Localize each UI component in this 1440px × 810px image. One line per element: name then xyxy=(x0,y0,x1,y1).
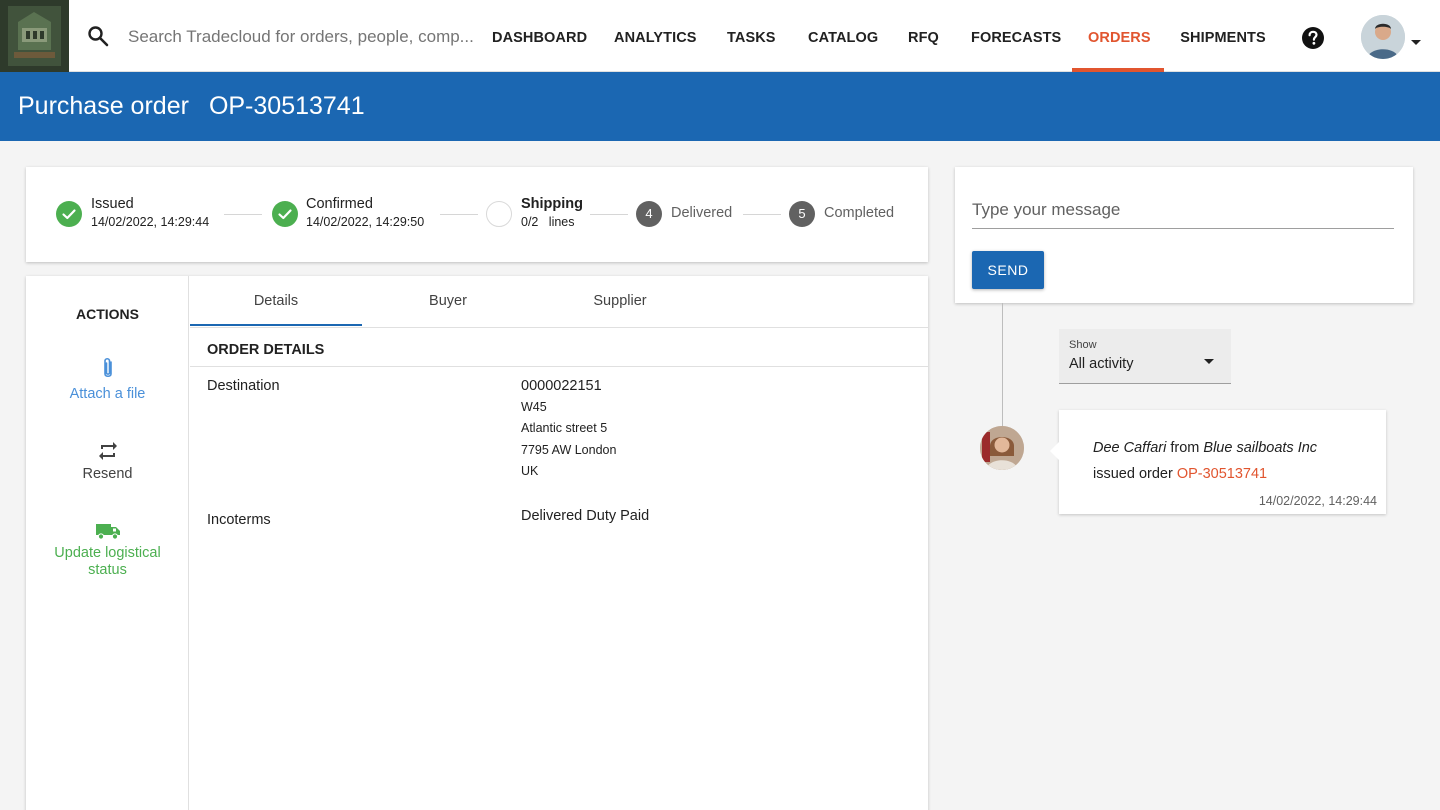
nav-tasks[interactable]: TASKS xyxy=(727,0,775,72)
activity-timestamp: 14/02/2022, 14:29:44 xyxy=(1258,494,1377,508)
attach-file-button[interactable]: Attach a file xyxy=(26,356,189,402)
incoterms-value: Delivered Duty Paid xyxy=(521,508,650,524)
tab-details[interactable]: Details xyxy=(190,276,362,328)
order-progress-card: Issued 14/02/2022, 14:29:44 Confirmed 14… xyxy=(26,167,928,262)
message-card: SEND xyxy=(955,167,1413,303)
update-logistical-status-label: Update logistical status xyxy=(54,545,161,578)
top-bar: DASHBOARD ANALYTICS TASKS CATALOG RFQ FO… xyxy=(0,0,1440,72)
attach-file-label: Attach a file xyxy=(69,386,146,402)
resend-label: Resend xyxy=(82,466,133,482)
page-title-label: Purchase order xyxy=(18,92,189,120)
activity-avatar xyxy=(980,426,1024,470)
search-input[interactable] xyxy=(128,22,478,52)
address-line: W45 xyxy=(521,400,547,414)
nav-catalog[interactable]: CATALOG xyxy=(808,0,878,72)
nav-dashboard[interactable]: DASHBOARD xyxy=(492,0,587,72)
timeline-line xyxy=(1002,303,1003,428)
activity-filter-label: Show xyxy=(1069,339,1097,351)
help-icon[interactable] xyxy=(1301,26,1325,50)
step-number-icon: 5 xyxy=(789,201,815,227)
order-details-heading: ORDER DETAILS xyxy=(207,342,325,358)
step-shipping-lines: 0/2 lines xyxy=(521,215,575,229)
paperclip-icon xyxy=(26,356,189,382)
company-logo[interactable] xyxy=(0,0,69,72)
send-button[interactable]: SEND xyxy=(972,251,1044,289)
step-issued-title: Issued xyxy=(91,196,134,212)
activity-item: Dee Caffari from Blue sailboats Inc issu… xyxy=(1050,410,1386,514)
nav-rfq[interactable]: RFQ xyxy=(907,0,940,72)
activity-action: issued order xyxy=(1093,466,1173,482)
activity-person: Dee Caffari xyxy=(1093,440,1167,456)
activity-actor: Dee Caffari from Blue sailboats Inc xyxy=(1093,440,1317,456)
active-tab-indicator xyxy=(190,324,362,326)
address-line: UK xyxy=(521,464,539,478)
order-detail-card: ACTIONS Attach a file Resend Update logi… xyxy=(26,276,928,810)
truck-icon xyxy=(26,520,189,542)
destination-code: 0000022151 xyxy=(521,378,602,394)
address-line: 7795 AW London xyxy=(521,443,617,457)
resend-button[interactable]: Resend xyxy=(26,438,189,482)
activity-company: Blue sailboats Inc xyxy=(1203,440,1318,456)
search-icon[interactable] xyxy=(86,24,110,48)
update-logistical-status-button[interactable]: Update logistical status xyxy=(26,520,189,579)
message-input[interactable] xyxy=(972,197,1394,229)
activity-order-link[interactable]: OP-30513741 xyxy=(1177,466,1267,482)
bubble-arrow xyxy=(1050,442,1059,460)
incoterms-label: Incoterms xyxy=(207,512,271,528)
section-divider xyxy=(190,366,928,367)
nav-analytics[interactable]: ANALYTICS xyxy=(614,0,696,72)
step-number-icon: 4 xyxy=(636,201,662,227)
activity-filter-select[interactable]: Show All activity xyxy=(1059,329,1231,384)
user-avatar[interactable] xyxy=(1361,15,1405,59)
activity-description: issued order OP-30513741 xyxy=(1093,466,1267,482)
step-connector xyxy=(440,214,478,215)
address-line: Atlantic street 5 xyxy=(521,421,608,435)
step-pending-icon xyxy=(486,201,512,227)
step-done-icon xyxy=(272,201,298,227)
step-issued-date: 14/02/2022, 14:29:44 xyxy=(91,215,210,229)
nav-shipments[interactable]: SHIPMENTS xyxy=(1180,0,1266,72)
chevron-down-icon xyxy=(1203,353,1215,364)
activity-filter-value: All activity xyxy=(1069,356,1134,372)
page-title: Purchase order OP-30513741 xyxy=(18,92,385,121)
repeat-icon xyxy=(26,438,189,462)
order-number: OP-30513741 xyxy=(208,92,365,120)
tab-buyer[interactable]: Buyer xyxy=(362,276,534,328)
actions-panel: ACTIONS Attach a file Resend Update logi… xyxy=(26,276,189,810)
nav-orders[interactable]: ORDERS xyxy=(1088,0,1151,72)
step-confirmed-date: 14/02/2022, 14:29:50 xyxy=(306,215,425,229)
step-connector xyxy=(743,214,781,215)
activity-from: from xyxy=(1170,440,1200,456)
detail-tabs: Details Buyer Supplier xyxy=(190,276,928,328)
step-done-icon xyxy=(56,201,82,227)
step-connector xyxy=(590,214,628,215)
step-confirmed-title: Confirmed xyxy=(306,196,373,212)
step-delivered-title: Delivered xyxy=(671,205,733,221)
step-shipping-title: Shipping xyxy=(521,196,584,212)
nav-forecasts[interactable]: FORECASTS xyxy=(971,0,1061,72)
destination-label: Destination xyxy=(207,378,280,394)
tab-supplier[interactable]: Supplier xyxy=(534,276,706,328)
step-completed-title: Completed xyxy=(824,205,895,221)
caret-down-icon[interactable] xyxy=(1410,34,1422,45)
actions-title: ACTIONS xyxy=(76,306,139,322)
step-connector xyxy=(224,214,262,215)
